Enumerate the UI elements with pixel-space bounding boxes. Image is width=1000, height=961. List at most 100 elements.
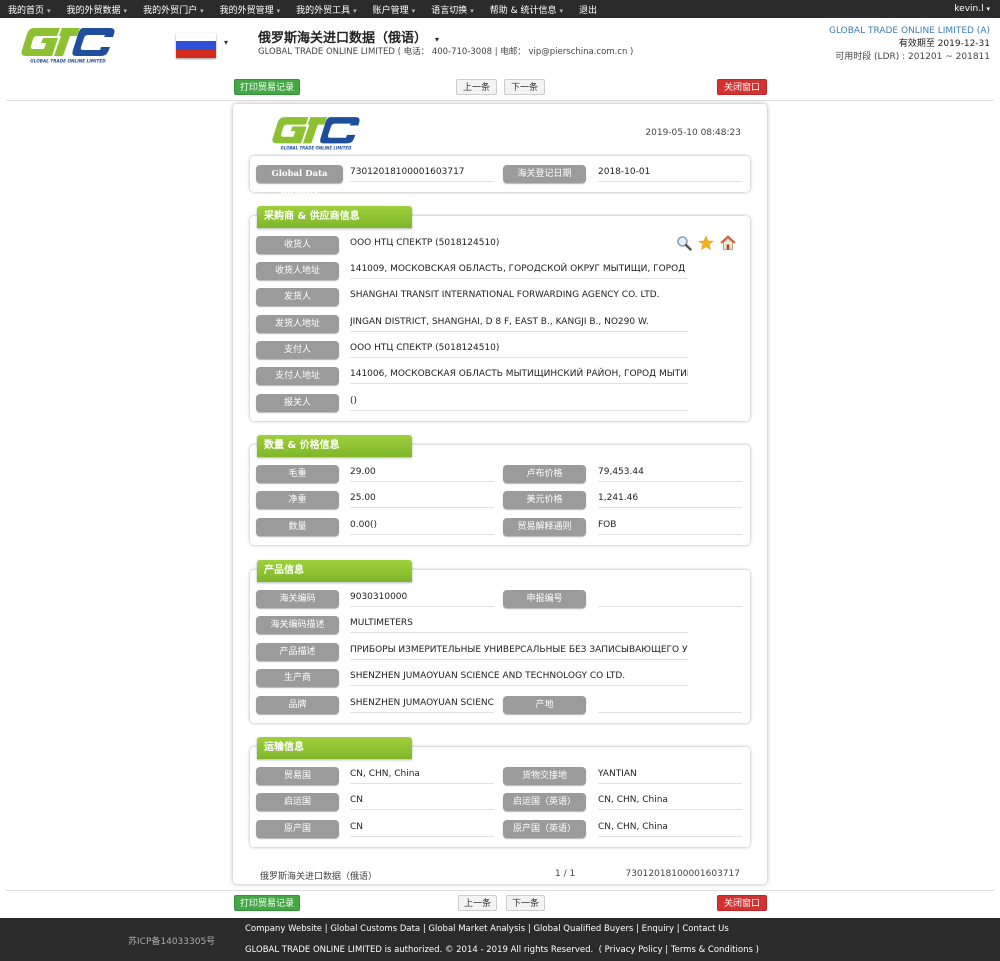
footer-link-contact-us[interactable]: Contact Us	[682, 924, 728, 934]
divider	[6, 100, 994, 101]
home-icon[interactable]	[720, 235, 736, 251]
icp-license: 苏ICP备14033305号	[128, 937, 216, 947]
close-window-button[interactable]: 关闭窗口	[717, 895, 767, 911]
field-label: 原产国	[256, 820, 339, 838]
manufacturer-value: SHENZHEN JUMAOYUAN SCIENCE AND TECHNOLOG…	[350, 668, 688, 686]
nav-trade-tools[interactable]: 我的外贸工具 ▾	[288, 3, 357, 16]
identity-label: Global Data Identity	[256, 165, 343, 197]
nav-trade-data[interactable]: 我的外贸数据 ▾	[59, 3, 128, 16]
account-info: GLOBAL TRADE ONLINE LIMITED (A) 有效期至 201…	[829, 25, 990, 64]
close-window-button[interactable]: 关闭窗口	[717, 79, 767, 95]
shipper-value: SHANGHAI TRANSIT INTERNATIONAL FORWARDIN…	[350, 290, 660, 300]
departure-country-en-value: CN, CHN, China	[598, 792, 742, 810]
trade-country-value: CN, CHN, China	[350, 766, 494, 784]
section-title: 采购商 & 供应商信息	[257, 206, 412, 228]
identity-panel: Global Data Identity 7301201810000160371…	[250, 156, 750, 197]
gto-logo: GLOBAL TRADE ONLINE LIMITED	[272, 117, 360, 150]
net-weight-value: 25.00	[350, 490, 494, 508]
field-label: 收货人地址	[256, 262, 339, 280]
privacy-policy-link[interactable]: Privacy Policy	[605, 945, 663, 955]
field-label: 申报编号	[503, 590, 586, 608]
search-icon[interactable]	[676, 235, 692, 251]
available-period: 可用时段 (LDR) : 201201 ~ 201811	[835, 52, 990, 62]
product-description-value: ПРИБОРЫ ИЗМЕРИТЕЛЬНЫЕ УНИВЕРСАЛЬНЫЕ БЕЗ …	[350, 642, 688, 660]
gto-logo[interactable]: GLOBAL TRADE ONLINE LIMITED	[20, 26, 116, 64]
nav-trade-portal[interactable]: 我的外贸门户 ▾	[135, 3, 204, 16]
nav-language[interactable]: 语言切换 ▾	[423, 3, 474, 16]
chevron-down-icon: ▾	[353, 6, 357, 15]
consignee-address-value: 141009, МОСКОВСКАЯ ОБЛАСТЬ, ГОРОДСКОЙ ОК…	[350, 261, 688, 279]
prev-record-button[interactable]: 上一条	[456, 79, 497, 95]
user-menu[interactable]: kevin.l ▾	[954, 0, 990, 18]
chevron-down-icon: ▾	[47, 6, 51, 15]
hs-description-value: MULTIMETERS	[350, 615, 688, 633]
payer-value: ООО НТЦ СПЕКТР (5018124510)	[350, 340, 688, 358]
field-label: 卢布价格	[503, 465, 586, 483]
record-timestamp: 2019-05-10 08:48:23	[645, 128, 741, 138]
parties-panel: 采购商 & 供应商信息 收货人 ООО НТЦ СПЕКТР (50181245…	[250, 206, 750, 421]
record-id: 73012018100001603717	[625, 869, 740, 879]
reg-date-label: 海关登记日期	[503, 165, 586, 183]
nav-help[interactable]: 帮助 & 统计信息 ▾	[482, 3, 563, 16]
footer-links: Company Website | Global Customs Data | …	[245, 924, 729, 934]
nav-trade-management[interactable]: 我的外贸管理 ▾	[212, 3, 281, 16]
site-footer: 苏ICP备14033305号 Company Website | Global …	[0, 918, 1000, 961]
chevron-down-icon: ▾	[986, 5, 990, 13]
company-name: GLOBAL TRADE ONLINE LIMITED (A)	[829, 26, 990, 36]
contact-info: GLOBAL TRADE ONLINE LIMITED ( 电话： 400-71…	[258, 47, 634, 57]
transport-panel: 运输信息 贸易国 CN, CHN, China 启运国 CN 原产国 CN 货物…	[250, 737, 750, 847]
footer-link-enquiry[interactable]: Enquiry	[642, 924, 674, 934]
chevron-down-icon: ▾	[435, 35, 440, 44]
chevron-down-icon[interactable]: ▾	[224, 38, 228, 47]
origin-country-en-value: CN, CHN, China	[598, 819, 742, 837]
field-label: 毛重	[256, 465, 339, 483]
russia-flag-icon[interactable]	[176, 33, 216, 58]
nav-home[interactable]: 我的首页 ▾	[0, 3, 51, 16]
field-label: 发货人	[256, 288, 339, 306]
prev-record-button[interactable]: 上一条	[458, 895, 497, 911]
chevron-down-icon: ▾	[200, 6, 204, 15]
reg-date-value: 2018-10-01	[598, 164, 742, 182]
chevron-down-icon: ▾	[470, 6, 474, 15]
divider	[6, 890, 994, 891]
next-record-button[interactable]: 下一条	[504, 79, 545, 95]
brand-value: SHENZHEN JUMAOYUAN SCIENCE	[350, 695, 494, 713]
declarant-value: ()	[350, 393, 688, 411]
footer-link-global-market-analysis[interactable]: Global Market Analysis	[428, 924, 525, 934]
field-label: 启运国	[256, 793, 339, 811]
field-label: 产品描述	[256, 643, 339, 661]
record-card: GLOBAL TRADE ONLINE LIMITED 2019-05-10 0…	[233, 104, 767, 884]
incoterms-value: FOB	[598, 517, 742, 535]
print-record-button[interactable]: 打印贸易记录	[234, 79, 300, 95]
copyright: GLOBAL TRADE ONLINE LIMITED is authorize…	[245, 945, 759, 955]
field-label: 发货人地址	[256, 315, 339, 333]
hs-code-value: 9030310000	[350, 589, 494, 607]
identity-value: 73012018100001603717	[350, 164, 494, 182]
field-label: 生产商	[256, 669, 339, 687]
field-label: 海关编码	[256, 590, 339, 608]
print-record-button[interactable]: 打印贸易记录	[234, 895, 300, 911]
field-label: 收货人	[256, 236, 339, 254]
section-title: 产品信息	[257, 560, 412, 582]
terms-link[interactable]: Terms & Conditions	[671, 945, 753, 955]
page-title[interactable]: 俄罗斯海关进口数据（俄语） ▾	[258, 27, 439, 46]
field-label: 净重	[256, 491, 339, 509]
svg-text:GLOBAL TRADE ONLINE LIMITED: GLOBAL TRADE ONLINE LIMITED	[30, 59, 106, 64]
footer-link-global-qualified-buyers[interactable]: Global Qualified Buyers	[533, 924, 633, 934]
field-label: 产地	[503, 696, 586, 714]
data-source: 俄罗斯海关进口数据（俄语）	[260, 872, 378, 882]
quantity-value: 0.00()	[350, 517, 494, 535]
delivery-place-value: YANTIAN	[598, 766, 742, 784]
nav-account[interactable]: 账户管理 ▾	[365, 3, 416, 16]
chevron-down-icon: ▾	[411, 6, 416, 15]
page-indicator: 1 / 1	[555, 869, 576, 879]
nav-logout[interactable]: 退出	[571, 3, 597, 16]
next-record-button[interactable]: 下一条	[506, 895, 545, 911]
star-icon[interactable]	[698, 235, 714, 251]
rub-price-value: 79,453.44	[598, 464, 742, 482]
footer-link-global-customs-data[interactable]: Global Customs Data	[330, 924, 420, 934]
footer-link-company-website[interactable]: Company Website	[245, 924, 322, 934]
field-label: 贸易国	[256, 767, 339, 785]
field-label: 贸易解释通则	[503, 518, 586, 536]
field-label: 数量	[256, 518, 339, 536]
